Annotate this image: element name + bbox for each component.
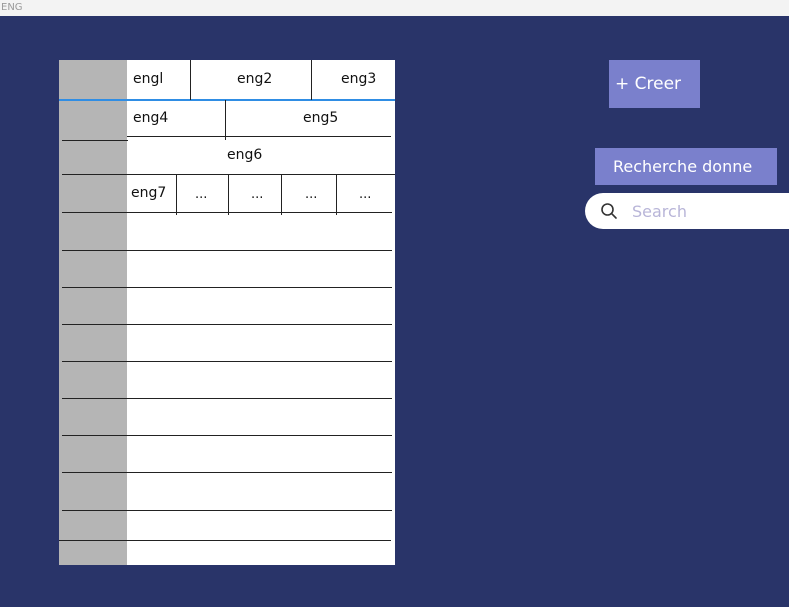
- search-bar[interactable]: [585, 193, 789, 229]
- table-cell: ...: [305, 187, 318, 202]
- header-cell: eng3: [341, 71, 377, 87]
- col-divider: [225, 100, 226, 140]
- table-cell: ...: [195, 187, 208, 202]
- row-divider: [62, 472, 392, 473]
- row-divider: [62, 398, 392, 399]
- col-divider: [176, 174, 177, 215]
- search-data-button[interactable]: Recherche donne: [595, 148, 777, 185]
- row-divider: [62, 287, 392, 288]
- row-divider: [62, 250, 392, 251]
- col-divider: [281, 174, 282, 215]
- table-cell: eng7: [131, 185, 167, 201]
- row-divider: [62, 324, 392, 325]
- table-cell: eng4: [133, 110, 169, 126]
- col-divider: [311, 60, 312, 100]
- col-divider: [190, 60, 191, 100]
- table-cell: ...: [251, 187, 264, 202]
- search-input[interactable]: [630, 200, 774, 222]
- row-divider: [62, 361, 392, 362]
- header-cell: eng2: [237, 71, 273, 87]
- table-cell: eng6: [227, 147, 263, 163]
- data-table: engl eng2 eng3 eng4 eng5 eng6 eng7 ... .…: [59, 60, 395, 565]
- col-divider: [336, 174, 337, 215]
- row-divider: [62, 212, 392, 213]
- row-divider: [62, 435, 392, 436]
- search-icon: [601, 203, 617, 219]
- row-divider: [127, 136, 391, 137]
- row-divider: [62, 510, 392, 511]
- table-cell: ...: [359, 187, 372, 202]
- create-button[interactable]: + Creer: [609, 60, 700, 108]
- header-underline: [59, 99, 395, 101]
- row-divider: [62, 140, 128, 141]
- row-header-gutter: [59, 60, 127, 565]
- window-label: ENG: [0, 0, 789, 16]
- col-divider: [228, 174, 229, 215]
- table-cell: eng5: [303, 110, 339, 126]
- row-divider: [59, 540, 391, 541]
- header-cell: engl: [133, 71, 164, 87]
